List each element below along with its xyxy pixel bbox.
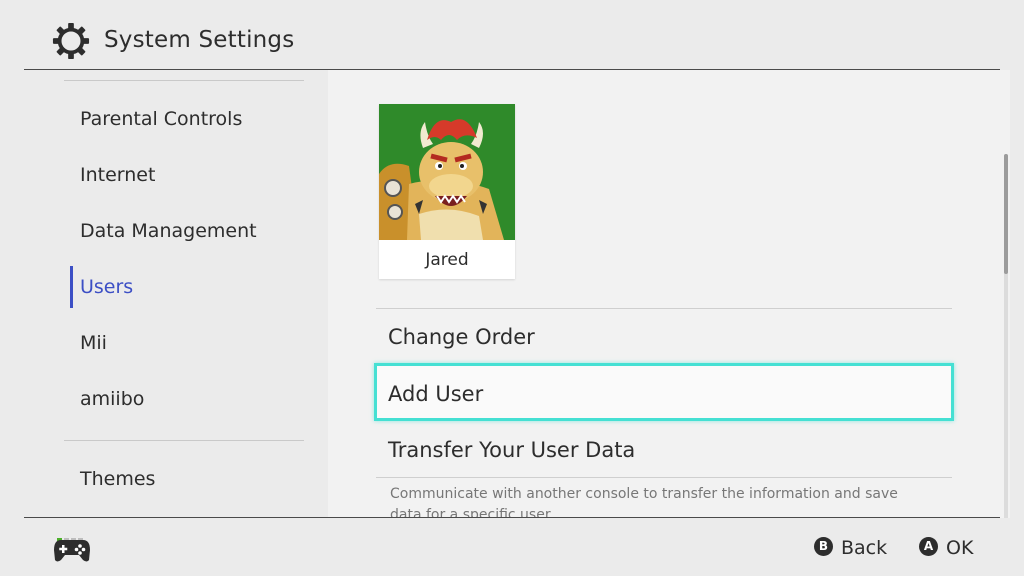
- user-card[interactable]: Jared: [379, 104, 515, 279]
- ok-label: OK: [946, 537, 974, 559]
- footer: B Back A OK: [0, 518, 1024, 576]
- sidebar-divider: [64, 80, 304, 81]
- back-label: Back: [841, 537, 888, 559]
- sidebar-item-parental-controls[interactable]: Parental Controls: [80, 99, 310, 139]
- ok-button[interactable]: A OK: [919, 535, 973, 561]
- sidebar-item-themes[interactable]: Themes: [80, 459, 310, 499]
- change-order-option[interactable]: Change Order: [376, 309, 952, 365]
- sidebar-item-internet[interactable]: Internet: [80, 155, 310, 195]
- sidebar-item-amiibo[interactable]: amiibo: [80, 379, 310, 419]
- sidebar-item-users[interactable]: Users: [80, 267, 310, 307]
- sidebar: Parental Controls Internet Data Manageme…: [24, 70, 328, 518]
- page-title: System Settings: [104, 27, 295, 53]
- a-button-icon: A: [919, 537, 938, 556]
- option-divider: [376, 477, 952, 478]
- user-avatar: [379, 104, 515, 240]
- sidebar-item-data-management[interactable]: Data Management: [80, 211, 310, 251]
- scrollbar-thumb[interactable]: [1004, 154, 1008, 274]
- sidebar-divider: [64, 440, 304, 441]
- controller-icon: [54, 540, 90, 562]
- add-user-option[interactable]: Add User: [374, 363, 954, 421]
- sidebar-active-indicator: [70, 266, 73, 308]
- sidebar-item-mii[interactable]: Mii: [80, 323, 310, 363]
- back-button[interactable]: B Back: [814, 535, 887, 561]
- b-button-icon: B: [814, 537, 833, 556]
- user-name: Jared: [425, 250, 469, 270]
- gear-icon: [52, 22, 90, 60]
- transfer-user-data-option[interactable]: Transfer Your User Data: [376, 422, 952, 478]
- avatar-image: [379, 104, 515, 240]
- header: System Settings: [0, 0, 1024, 70]
